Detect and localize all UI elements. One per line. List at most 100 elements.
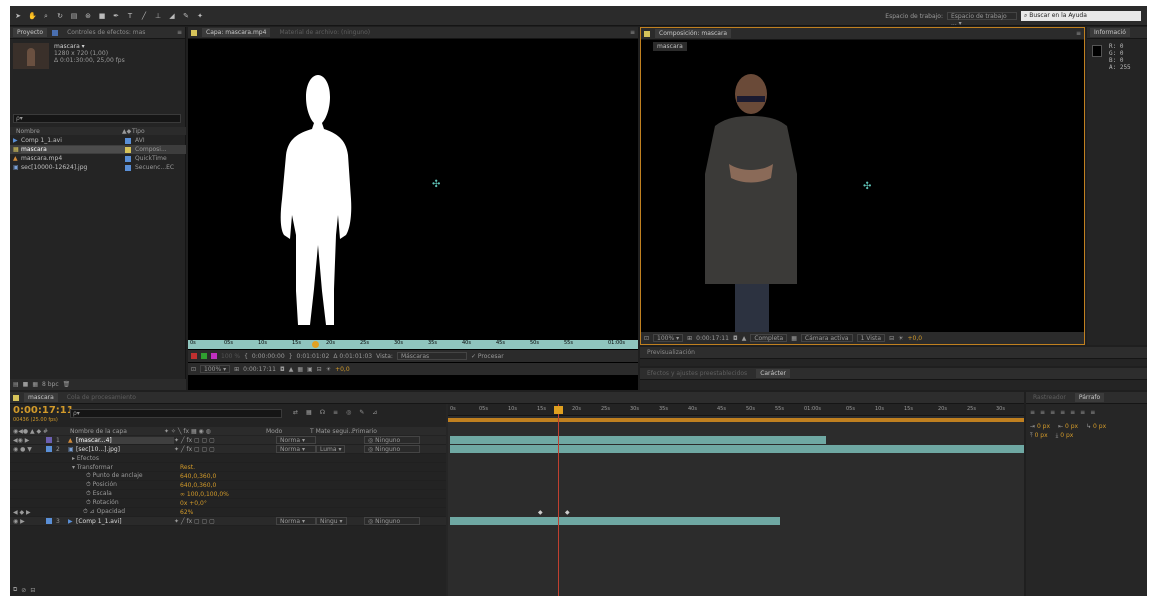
project-item[interactable]: ▶ Comp 1_1.avi AVI — [10, 136, 186, 145]
channel-icon[interactable]: ▲ — [289, 366, 294, 373]
playhead-handle-icon[interactable] — [554, 406, 563, 414]
tab-paragraph[interactable]: Párrafo — [1074, 393, 1105, 402]
track-bar[interactable] — [450, 517, 780, 525]
help-search-field[interactable]: ⌕ Buscar en la Ayuda — [1021, 11, 1141, 21]
layer-row[interactable]: ◀◉ ▶ 1 ▲ [mascar...4] ✦ ╱ fx ▢ ▢ ▢ Norma… — [10, 436, 446, 445]
property-row[interactable]: ⏱ Rotación 0x +0,0° — [10, 499, 446, 508]
snapshot-icon[interactable]: ◘ — [733, 335, 738, 342]
current-time[interactable]: 0:00:17:11 — [243, 366, 276, 373]
tab-layer[interactable]: Capa: mascara.mp4 — [202, 28, 271, 37]
magnification-icon[interactable]: ⊡ — [644, 335, 649, 342]
new-comp-icon[interactable]: ▦ — [32, 381, 38, 388]
timecode-display[interactable]: 0:00:17:11 — [13, 405, 74, 416]
first-line-value[interactable]: 0 px — [1093, 423, 1106, 430]
stopwatch-icon[interactable]: ⏱ — [86, 481, 91, 488]
property-row[interactable]: ◀ ◆ ▶ ⏱ ⊿ Opacidad 62% — [10, 508, 446, 517]
process-checkbox[interactable]: ✓ Procesar — [471, 353, 504, 360]
align-center-icon[interactable]: ≡ — [1040, 409, 1045, 416]
playhead-marker-icon[interactable] — [312, 341, 319, 348]
eraser-tool-icon[interactable]: ◢ — [168, 12, 176, 20]
property-value[interactable]: 640,0,360,0 — [180, 482, 216, 489]
mode-dropdown[interactable]: Norma ▾ — [276, 517, 316, 525]
property-row[interactable]: ⏱ Escala ∞ 100,0,100,0% — [10, 490, 446, 499]
layer-viewer-canvas[interactable]: ✣ — [188, 39, 638, 339]
project-item[interactable]: ▣ sec[10000-12624].jpg Secuenc...EC — [10, 163, 186, 172]
text-tool-icon[interactable]: T — [126, 12, 134, 20]
pan-behind-tool-icon[interactable]: ⊛ — [84, 12, 92, 20]
tab-effects-presets[interactable]: Efectos y ajustes preestablecidos — [643, 369, 751, 378]
grid-icon[interactable]: ⊟ — [317, 366, 322, 373]
mask-tool-icon[interactable]: ■ — [98, 12, 106, 20]
tab-effect-controls[interactable]: Controles de efectos: mas — [63, 28, 149, 37]
pen-tool-icon[interactable]: ✒ — [112, 12, 120, 20]
indent-left-value[interactable]: 0 px — [1037, 423, 1050, 430]
stopwatch-icon[interactable]: ⏱ — [86, 472, 91, 479]
tab-timeline-mascara[interactable]: mascara — [24, 393, 58, 402]
hand-tool-icon[interactable]: ✋ — [28, 12, 37, 20]
stopwatch-icon[interactable]: ⏱ — [86, 490, 91, 497]
exposure-icon[interactable]: ☀ — [326, 366, 331, 373]
col-mode[interactable]: Modo — [266, 428, 310, 435]
timeline-search-input[interactable]: ρ▾ — [70, 409, 282, 418]
tab-character[interactable]: Carácter — [756, 369, 791, 378]
motion-blur-icon[interactable]: ◎ — [346, 409, 351, 416]
selection-tool-icon[interactable]: ➤ — [14, 12, 22, 20]
property-group[interactable]: ▾ Transformar Rest. — [10, 463, 446, 472]
property-value[interactable]: 0x +0,0° — [180, 500, 207, 507]
zoom-tool-icon[interactable]: ⌕ — [42, 12, 50, 20]
space-after-value[interactable]: 0 px — [1060, 432, 1073, 439]
toggle-transparency-icon[interactable]: ▦ — [297, 366, 303, 373]
zoom-dropdown[interactable]: 100% ▾ — [200, 365, 231, 373]
timeline-tracks-area[interactable]: 0s 05s 10s 15s 20s 25s 30s 35s 40s 45s 5… — [448, 404, 1024, 596]
shy-layers-icon[interactable]: ☊ — [320, 409, 325, 416]
tab-project[interactable]: Proyecto — [13, 28, 48, 37]
indent-right-value[interactable]: 0 px — [1065, 423, 1078, 430]
views-dropdown[interactable]: 1 Vista — [856, 334, 886, 342]
zoom-dropdown[interactable]: 100% ▾ — [653, 334, 684, 342]
rotate-tool-icon[interactable]: ↻ — [56, 12, 64, 20]
brainstorm-icon[interactable]: ✎ — [359, 409, 364, 416]
property-value[interactable]: ∞ 100,0,100,0% — [180, 491, 229, 498]
keyframe-navigator-icon[interactable]: ◀ ◆ ▶ — [10, 509, 83, 516]
project-search-input[interactable]: ρ▾ — [13, 114, 181, 123]
justify-left-icon[interactable]: ≡ — [1060, 409, 1065, 416]
channel-magenta-icon[interactable] — [211, 353, 217, 359]
layer-switches[interactable]: ✦ ╱ fx ▢ ▢ ▢ — [174, 518, 276, 525]
project-item[interactable]: ▲ mascara.mp4 QuickTime — [10, 154, 186, 163]
exposure-value[interactable]: +0,0 — [908, 335, 923, 342]
graph-editor-icon[interactable]: ⊿ — [372, 409, 377, 416]
align-left-icon[interactable]: ≡ — [1030, 409, 1035, 416]
effects-group[interactable]: ▸ Efectos — [10, 455, 180, 462]
panel-menu-icon[interactable]: ≡ — [630, 29, 635, 36]
resolution-dropdown[interactable]: Completa — [750, 334, 788, 342]
col-name[interactable]: Nombre — [10, 128, 122, 135]
fit-icon[interactable]: ⊞ — [687, 335, 692, 342]
matte-dropdown[interactable]: Luma ▾ — [316, 445, 346, 453]
magnification-icon[interactable]: ⊡ — [191, 366, 196, 373]
panel-menu-icon[interactable]: ≡ — [177, 29, 182, 36]
channel-icon[interactable]: ▲ — [742, 335, 747, 342]
layer-row[interactable]: ◉ ▶ 3 ▶ [Comp 1_1.avi] ✦ ╱ fx ▢ ▢ ▢ Norm… — [10, 517, 446, 526]
fit-icon[interactable]: ⊞ — [234, 366, 239, 373]
layer-name[interactable]: [mascar...4] — [76, 436, 174, 444]
draft-3d-icon[interactable]: ▦ — [306, 409, 312, 416]
col-layer-name[interactable]: Nombre de la capa — [70, 428, 164, 435]
property-group[interactable]: ▸ Efectos — [10, 454, 446, 463]
panel-menu-icon[interactable]: ≡ — [1076, 30, 1081, 37]
parent-dropdown[interactable]: ◎ Ninguno — [364, 436, 420, 444]
col-track-matte[interactable]: T Mate segui... — [310, 428, 354, 435]
expand-panes-icon[interactable]: ⧉ — [13, 586, 17, 594]
parent-pickwhip-icon[interactable]: ◎ — [368, 437, 373, 444]
keyframe-diamond-icon[interactable]: ◆ — [538, 509, 543, 516]
stamp-tool-icon[interactable]: ⊥ — [154, 12, 162, 20]
justify-right-icon[interactable]: ≡ — [1080, 409, 1085, 416]
toggle-transparency-icon[interactable]: ▦ — [791, 335, 797, 342]
parent-pickwhip-icon[interactable]: ◎ — [368, 446, 373, 453]
view-dropdown[interactable]: Máscaras — [396, 352, 467, 360]
camera-dropdown[interactable]: Cámara activa — [800, 334, 853, 342]
tab-composition[interactable]: Composición: mascara — [655, 29, 732, 38]
property-row[interactable]: ⏱ Posición 640,0,360,0 — [10, 481, 446, 490]
av-switches-icon[interactable]: ◉ ▶ — [10, 518, 46, 525]
comp-mini-flowchart-icon[interactable]: ⇄ — [293, 409, 298, 416]
mode-dropdown[interactable]: Norma ▾ — [276, 445, 316, 453]
